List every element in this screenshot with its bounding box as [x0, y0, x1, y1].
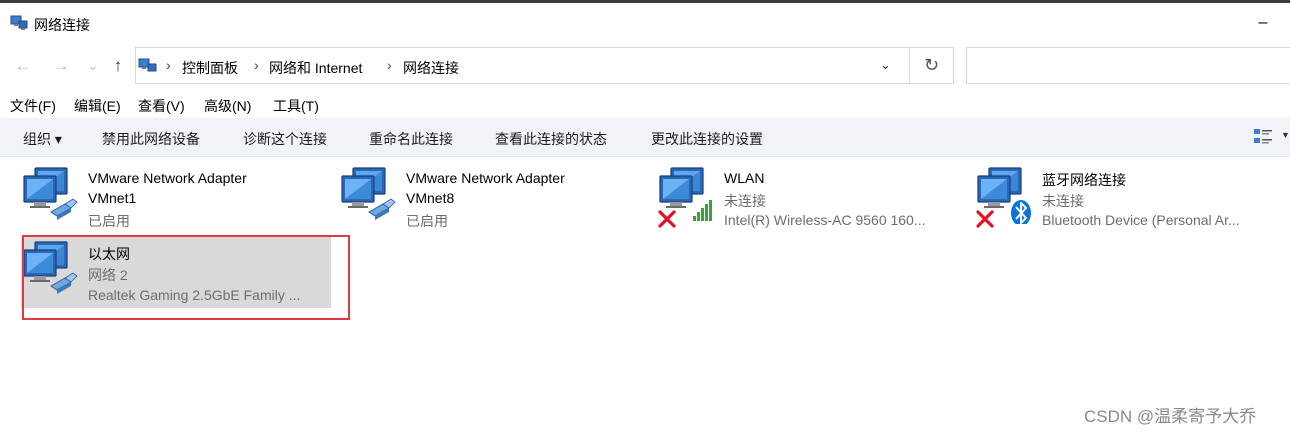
change-settings-button[interactable]: 更改此连接的设置: [651, 129, 763, 149]
view-status-button[interactable]: 查看此连接的状态: [495, 129, 607, 149]
menu-tools[interactable]: 工具(T): [273, 96, 319, 116]
disconnected-x-icon: [976, 210, 994, 228]
refresh-button[interactable]: ↻: [910, 47, 954, 84]
annotation-highlight-box: [22, 235, 350, 320]
breadcrumb-separator: ›: [387, 57, 392, 73]
network-folder-icon: [138, 58, 157, 72]
connection-name: 蓝牙网络连接: [1042, 172, 1126, 188]
network-connections-icon: [10, 15, 28, 30]
diagnose-button[interactable]: 诊断这个连接: [243, 129, 327, 149]
connection-name: VMware Network Adapter: [406, 170, 565, 186]
watermark: CSDN @温柔寄予大乔: [1084, 407, 1257, 426]
connection-name: VMware Network Adapter: [88, 170, 247, 186]
address-bar[interactable]: › 控制面板 › 网络和 Internet › 网络连接 ⌄: [135, 47, 910, 84]
breadcrumb-network-connections[interactable]: 网络连接: [403, 58, 459, 78]
breadcrumb-network-internet[interactable]: 网络和 Internet: [269, 58, 362, 78]
forward-button[interactable]: →: [48, 52, 74, 80]
connection-bluetooth[interactable]: 蓝牙网络连接 未连接 Bluetooth Device (Personal Ar…: [975, 166, 1280, 230]
view-options-icon[interactable]: [1253, 127, 1275, 147]
address-dropdown-icon[interactable]: ⌄: [880, 57, 891, 73]
connection-vmnet1[interactable]: VMware Network Adapter VMnet1 已启用: [21, 166, 321, 230]
rename-button[interactable]: 重命名此连接: [369, 129, 453, 149]
connection-status: 已启用: [406, 213, 448, 229]
breadcrumb-control-panel[interactable]: 控制面板: [182, 58, 238, 78]
menu-advanced[interactable]: 高级(N): [204, 96, 251, 116]
command-bar: 组织 ▾ 禁用此网络设备 诊断这个连接 重命名此连接 查看此连接的状态 更改此连…: [0, 118, 1290, 157]
connection-status: 已启用: [88, 213, 130, 229]
connection-status: 未连接: [724, 193, 766, 209]
connection-name-line2: VMnet8: [406, 190, 455, 206]
organize-button[interactable]: 组织 ▾: [23, 129, 62, 149]
breadcrumb-separator: ›: [254, 57, 259, 73]
navigation-bar: ← → ⌄ ↑ › 控制面板 › 网络和 Internet › 网络连接 ⌄ ↻: [0, 44, 1290, 88]
disable-device-button[interactable]: 禁用此网络设备: [102, 129, 200, 149]
ethernet-adapter-icon: [341, 167, 396, 221]
menu-bar: 文件(F) 编辑(E) 查看(V) 高级(N) 工具(T): [0, 92, 1290, 116]
ethernet-adapter-icon: [23, 167, 78, 221]
disconnected-x-icon: [658, 210, 676, 228]
connection-vmnet8[interactable]: VMware Network Adapter VMnet8 已启用: [339, 166, 639, 230]
recent-locations-button[interactable]: ⌄: [80, 52, 106, 80]
connection-name: WLAN: [724, 170, 765, 186]
minimize-button[interactable]: –: [1240, 7, 1286, 43]
connection-status: 未连接: [1042, 193, 1084, 209]
window-title: 网络连接: [34, 17, 90, 33]
title-bar: 网络连接 –: [0, 0, 1290, 44]
menu-file[interactable]: 文件(F): [10, 96, 56, 116]
menu-edit[interactable]: 编辑(E): [74, 96, 121, 116]
breadcrumb-separator: ›: [166, 57, 171, 73]
search-input[interactable]: [966, 47, 1290, 84]
up-button[interactable]: ↑: [105, 52, 131, 80]
back-button[interactable]: ←: [10, 52, 36, 80]
connection-wlan[interactable]: WLAN 未连接 Intel(R) Wireless-AC 9560 160..…: [657, 166, 957, 230]
view-dropdown-icon[interactable]: ▼: [1281, 130, 1290, 140]
connection-name-line2: VMnet1: [88, 190, 137, 206]
connection-device: Bluetooth Device (Personal Ar...: [1042, 212, 1240, 228]
menu-view[interactable]: 查看(V): [138, 96, 185, 116]
connection-device: Intel(R) Wireless-AC 9560 160...: [724, 212, 926, 228]
